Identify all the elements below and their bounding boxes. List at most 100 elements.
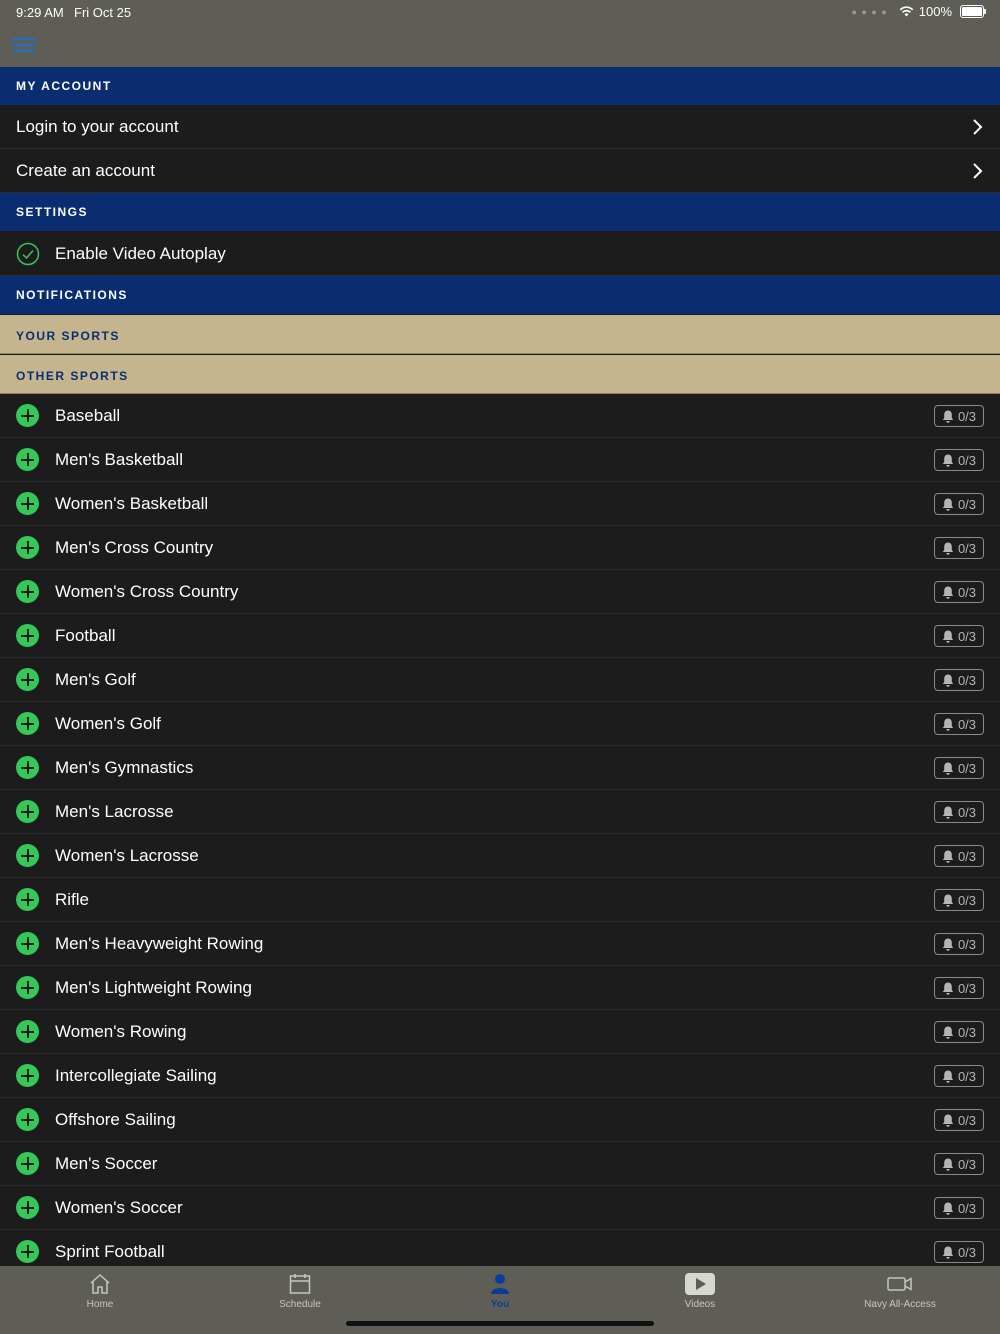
notification-count-badge[interactable]: 0/3 [934, 889, 984, 911]
tab-home[interactable]: Home [40, 1272, 160, 1322]
add-sport-plus-icon[interactable] [16, 404, 39, 427]
notification-count-badge[interactable]: 0/3 [934, 1065, 984, 1087]
add-sport-plus-icon[interactable] [16, 536, 39, 559]
notification-count-badge[interactable]: 0/3 [934, 845, 984, 867]
add-sport-plus-icon[interactable] [16, 580, 39, 603]
notification-count-badge[interactable]: 0/3 [934, 405, 984, 427]
sport-name: Football [55, 626, 116, 645]
sport-name: Women's Cross Country [55, 582, 239, 601]
notification-count-badge[interactable]: 0/3 [934, 977, 984, 999]
checkmark-circle-icon[interactable] [16, 242, 40, 266]
notification-count: 0/3 [957, 496, 977, 512]
notification-count-badge[interactable]: 0/3 [934, 1241, 984, 1263]
sport-name: Women's Soccer [55, 1198, 183, 1217]
notification-count: 0/3 [957, 1068, 977, 1084]
notification-count-badge[interactable]: 0/3 [934, 801, 984, 823]
hamburger-menu-icon[interactable] [12, 38, 36, 54]
bell-icon [942, 718, 954, 731]
notification-count-badge[interactable]: 0/3 [934, 757, 984, 779]
notification-count: 0/3 [957, 672, 977, 688]
video-autoplay-row[interactable]: Enable Video Autoplay [0, 232, 1000, 276]
notification-count: 0/3 [957, 408, 977, 424]
notification-count-badge[interactable]: 0/3 [934, 537, 984, 559]
notification-count: 0/3 [957, 452, 977, 468]
notification-count: 0/3 [957, 760, 977, 776]
sport-row: Women's Rowing 0/3 [0, 1010, 1000, 1054]
notification-count-badge[interactable]: 0/3 [934, 713, 984, 735]
home-indicator[interactable] [346, 1321, 654, 1326]
notification-count: 0/3 [957, 848, 977, 864]
person-icon [491, 1274, 509, 1294]
sub-header-your-sports: YOUR SPORTS [0, 315, 1000, 354]
sport-name: Women's Rowing [55, 1022, 187, 1041]
sport-row: Women's Cross Country 0/3 [0, 570, 1000, 614]
tab-you[interactable]: You [440, 1272, 560, 1322]
create-account-row[interactable]: Create an account [0, 149, 1000, 193]
sport-row: Men's Golf 0/3 [0, 658, 1000, 702]
sport-row: Intercollegiate Sailing 0/3 [0, 1054, 1000, 1098]
add-sport-plus-icon[interactable] [16, 492, 39, 515]
notification-count: 0/3 [957, 1156, 977, 1172]
add-sport-plus-icon[interactable] [16, 844, 39, 867]
bell-icon [942, 1158, 954, 1171]
add-sport-plus-icon[interactable] [16, 932, 39, 955]
notification-count: 0/3 [957, 804, 977, 820]
add-sport-plus-icon[interactable] [16, 756, 39, 779]
bell-icon [942, 542, 954, 555]
sport-name: Intercollegiate Sailing [55, 1066, 217, 1085]
add-sport-plus-icon[interactable] [16, 1240, 39, 1263]
add-sport-plus-icon[interactable] [16, 624, 39, 647]
battery-icon [960, 5, 986, 18]
sport-name: Rifle [55, 890, 90, 909]
status-right: ● ● ● ● 100% [851, 4, 986, 19]
notification-count-badge[interactable]: 0/3 [934, 1197, 984, 1219]
signal-icon: ● ● ● ● [851, 6, 888, 17]
notification-count-badge[interactable]: 0/3 [934, 493, 984, 515]
sport-name: Men's Lacrosse [55, 802, 174, 821]
sport-row: Baseball 0/3 [0, 394, 1000, 438]
tab-videos[interactable]: Videos [640, 1272, 760, 1322]
notification-count-badge[interactable]: 0/3 [934, 625, 984, 647]
notification-count: 0/3 [957, 540, 977, 556]
tab-schedule[interactable]: Schedule [240, 1272, 360, 1322]
tab-navy-all-access[interactable]: Navy All-Access [840, 1272, 960, 1322]
sport-name: Men's Lightweight Rowing [55, 978, 252, 997]
add-sport-plus-icon[interactable] [16, 1020, 39, 1043]
bell-icon [942, 630, 954, 643]
notification-count-badge[interactable]: 0/3 [934, 581, 984, 603]
add-sport-plus-icon[interactable] [16, 976, 39, 999]
notification-count-badge[interactable]: 0/3 [934, 1109, 984, 1131]
notification-count: 0/3 [957, 936, 977, 952]
notification-count-badge[interactable]: 0/3 [934, 933, 984, 955]
bell-icon [942, 410, 954, 423]
sport-name: Men's Basketball [55, 450, 183, 469]
add-sport-plus-icon[interactable] [16, 668, 39, 691]
add-sport-plus-icon[interactable] [16, 1064, 39, 1087]
sport-row: Women's Soccer 0/3 [0, 1186, 1000, 1230]
add-sport-plus-icon[interactable] [16, 1108, 39, 1131]
notification-count-badge[interactable]: 0/3 [934, 669, 984, 691]
notification-count-badge[interactable]: 0/3 [934, 1021, 984, 1043]
bell-icon [942, 498, 954, 511]
sport-row: Men's Cross Country 0/3 [0, 526, 1000, 570]
bell-icon [942, 586, 954, 599]
add-sport-plus-icon[interactable] [16, 712, 39, 735]
add-sport-plus-icon[interactable] [16, 1196, 39, 1219]
notification-count: 0/3 [957, 716, 977, 732]
notification-count-badge[interactable]: 0/3 [934, 449, 984, 471]
notification-count: 0/3 [957, 1112, 977, 1128]
bell-icon [942, 1202, 954, 1215]
add-sport-plus-icon[interactable] [16, 800, 39, 823]
bell-icon [942, 1026, 954, 1039]
battery-percent: 100% [918, 4, 952, 19]
login-row[interactable]: Login to your account [0, 105, 1000, 149]
sport-row: Rifle 0/3 [0, 878, 1000, 922]
add-sport-plus-icon[interactable] [16, 888, 39, 911]
sport-row: Men's Heavyweight Rowing 0/3 [0, 922, 1000, 966]
notification-count-badge[interactable]: 0/3 [934, 1153, 984, 1175]
sport-name: Men's Gymnastics [55, 758, 194, 777]
tab-home-label: Home [86, 1299, 114, 1310]
add-sport-plus-icon[interactable] [16, 1152, 39, 1175]
top-nav-bar [0, 24, 1000, 67]
add-sport-plus-icon[interactable] [16, 448, 39, 471]
